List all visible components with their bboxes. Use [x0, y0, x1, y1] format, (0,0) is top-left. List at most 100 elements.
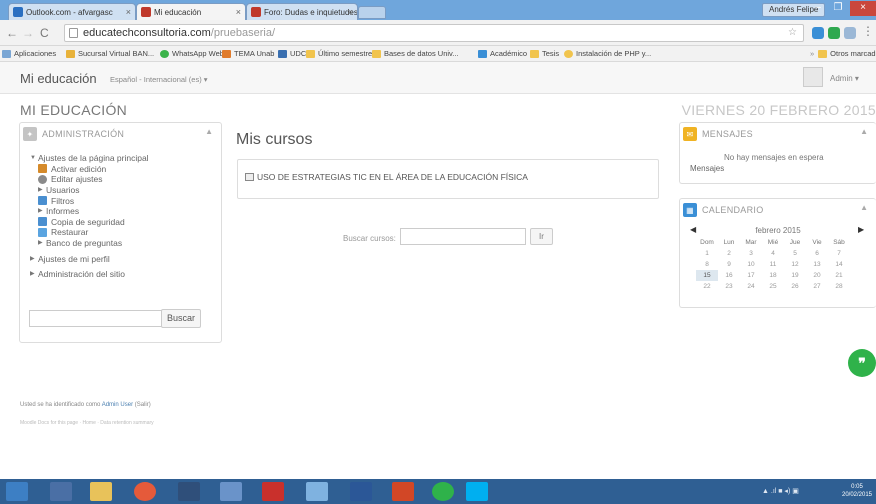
bookmark-item[interactable]: TEMA Unab	[222, 49, 274, 58]
maximize-button[interactable]: ❐	[828, 1, 848, 16]
other-bookmarks[interactable]: » Otros marcadores	[810, 49, 876, 58]
search-icon[interactable]	[50, 482, 72, 501]
calendar-day[interactable]: 25	[762, 281, 784, 292]
bookmark-item[interactable]: Académico	[478, 49, 527, 58]
calendar-day[interactable]: 7	[828, 248, 850, 259]
collapse-icon[interactable]: ▲	[205, 127, 213, 136]
extension-icon[interactable]	[812, 27, 824, 39]
tab-mi-educacion[interactable]: Mi educación ×	[136, 3, 246, 20]
calendar-day[interactable]: 2	[718, 248, 740, 259]
footer-links[interactable]: Moodle Docs for this page · Home · Data …	[20, 420, 154, 426]
close-icon[interactable]: ×	[126, 7, 131, 17]
skype-icon[interactable]	[466, 482, 488, 501]
powerpoint-icon[interactable]	[392, 482, 414, 501]
tree-item[interactable]: ▶ Administración del sitio	[30, 269, 149, 280]
extension-icon[interactable]	[844, 27, 856, 39]
minimize-button[interactable]: –	[808, 1, 828, 16]
bookmark-item[interactable]: Bases de datos Univ...	[372, 49, 458, 58]
system-tray[interactable]: ▲ .ıl ■ ◂) ▣	[762, 487, 799, 495]
avatar[interactable]	[803, 67, 823, 87]
bookmark-item[interactable]: Instalación de PHP y...	[564, 49, 651, 58]
calendar-day[interactable]: 14	[828, 259, 850, 270]
calendar-day[interactable]: 24	[740, 281, 762, 292]
bookmark-item[interactable]: Sucursal Virtual BAN...	[66, 49, 154, 58]
close-icon[interactable]: ×	[348, 7, 353, 17]
reload-icon[interactable]: C	[40, 26, 49, 40]
tree-item[interactable]: Filtros	[30, 195, 149, 206]
calendar-day[interactable]: 10	[740, 259, 762, 270]
word-icon[interactable]	[350, 482, 372, 501]
tree-item[interactable]: Copia de seguridad	[30, 217, 149, 228]
bookmark-item[interactable]: UDC	[278, 49, 306, 58]
hangouts-icon[interactable]	[432, 482, 454, 501]
close-icon[interactable]: ×	[236, 7, 241, 17]
calendar-day[interactable]: 12	[784, 259, 806, 270]
calendar-month[interactable]: febrero 2015	[680, 226, 876, 235]
language-menu[interactable]: Español - Internacional (es) ▾	[110, 75, 208, 84]
collapse-icon[interactable]: ▲	[860, 203, 868, 212]
course-link[interactable]: USO DE ESTRATEGIAS TIC EN EL ÁREA DE LA …	[245, 172, 528, 182]
address-bar[interactable]: educatechconsultoria.com/pruebaseria/ ☆	[64, 24, 804, 42]
admin-search-button[interactable]: Buscar	[161, 309, 201, 328]
tree-item[interactable]: Activar edición	[30, 164, 149, 175]
calendar-day[interactable]: 11	[762, 259, 784, 270]
tree-item[interactable]: ▶ Usuarios	[30, 185, 149, 196]
calendar-day[interactable]: 6	[806, 248, 828, 259]
tree-item[interactable]: ▼ Ajustes de la página principal	[30, 153, 149, 164]
search-courses-input[interactable]	[400, 228, 526, 245]
bookmark-item[interactable]: Tesis	[530, 49, 559, 58]
chat-button[interactable]: ❞	[848, 349, 876, 377]
app-icon[interactable]	[306, 482, 328, 501]
search-courses-button[interactable]: Ir	[530, 228, 553, 245]
calendar-day[interactable]: 13	[806, 259, 828, 270]
back-icon[interactable]: ←	[6, 26, 18, 40]
app-icon[interactable]	[220, 482, 242, 501]
forward-icon[interactable]: →	[22, 26, 34, 40]
bookmark-item[interactable]: Aplicaciones	[2, 49, 56, 58]
calendar-day[interactable]: 26	[784, 281, 806, 292]
tree-item[interactable]: ▶ Banco de preguntas	[30, 238, 149, 249]
bookmark-item[interactable]: Último semestre	[306, 49, 372, 58]
clock[interactable]: 0:05 20/02/2015	[840, 483, 874, 499]
calendar-day[interactable]: 4	[762, 248, 784, 259]
tree-item[interactable]: ▶ Ajustes de mi perfil	[30, 253, 149, 264]
app-icon[interactable]	[178, 482, 200, 501]
calendar-day[interactable]: 21	[828, 270, 850, 281]
logout-link[interactable]: (Salir)	[133, 402, 151, 408]
calendar-day[interactable]: 18	[762, 270, 784, 281]
tab-foro[interactable]: Foro: Dudas e inquietudes ×	[246, 3, 358, 20]
calendar-day[interactable]: 5	[784, 248, 806, 259]
calendar-day[interactable]: 23	[718, 281, 740, 292]
tree-item[interactable]: Editar ajustes	[30, 174, 149, 185]
calendar-day[interactable]: 8	[696, 259, 718, 270]
calendar-day[interactable]: 20	[806, 270, 828, 281]
star-icon[interactable]: ☆	[788, 25, 797, 41]
calendar-day[interactable]: 1	[696, 248, 718, 259]
evernote-icon[interactable]	[828, 27, 840, 39]
admin-search-input[interactable]	[29, 310, 177, 327]
calendar-day[interactable]: 16	[718, 270, 740, 281]
outlook-app-icon[interactable]	[6, 482, 28, 501]
user-menu[interactable]: Admin ▾	[830, 74, 859, 83]
next-month-icon[interactable]: ▶	[858, 225, 864, 234]
menu-icon[interactable]: ⋮	[862, 24, 874, 38]
tree-item[interactable]: ▶ Informes	[30, 206, 149, 217]
calendar-day-today[interactable]: 15	[696, 270, 718, 281]
tab-outlook[interactable]: Outlook.com - afvargasc ×	[8, 3, 136, 20]
calendar-day[interactable]: 27	[806, 281, 828, 292]
calendar-day[interactable]: 17	[740, 270, 762, 281]
file-explorer-icon[interactable]	[90, 482, 112, 501]
calendar-day[interactable]: 19	[784, 270, 806, 281]
collapse-icon[interactable]: ▲	[860, 127, 868, 136]
calendar-day[interactable]: 28	[828, 281, 850, 292]
messages-link[interactable]: Mensajes	[690, 164, 724, 173]
close-window-button[interactable]: ×	[850, 1, 876, 16]
site-name[interactable]: Mi educación	[20, 71, 97, 86]
new-tab-button[interactable]	[358, 6, 386, 19]
calendar-day[interactable]: 3	[740, 248, 762, 259]
chrome-icon[interactable]	[134, 482, 156, 501]
calendar-day[interactable]: 9	[718, 259, 740, 270]
tree-item[interactable]: Restaurar	[30, 227, 149, 238]
login-user-link[interactable]: Admin User	[102, 402, 133, 408]
pdf-icon[interactable]	[262, 482, 284, 501]
